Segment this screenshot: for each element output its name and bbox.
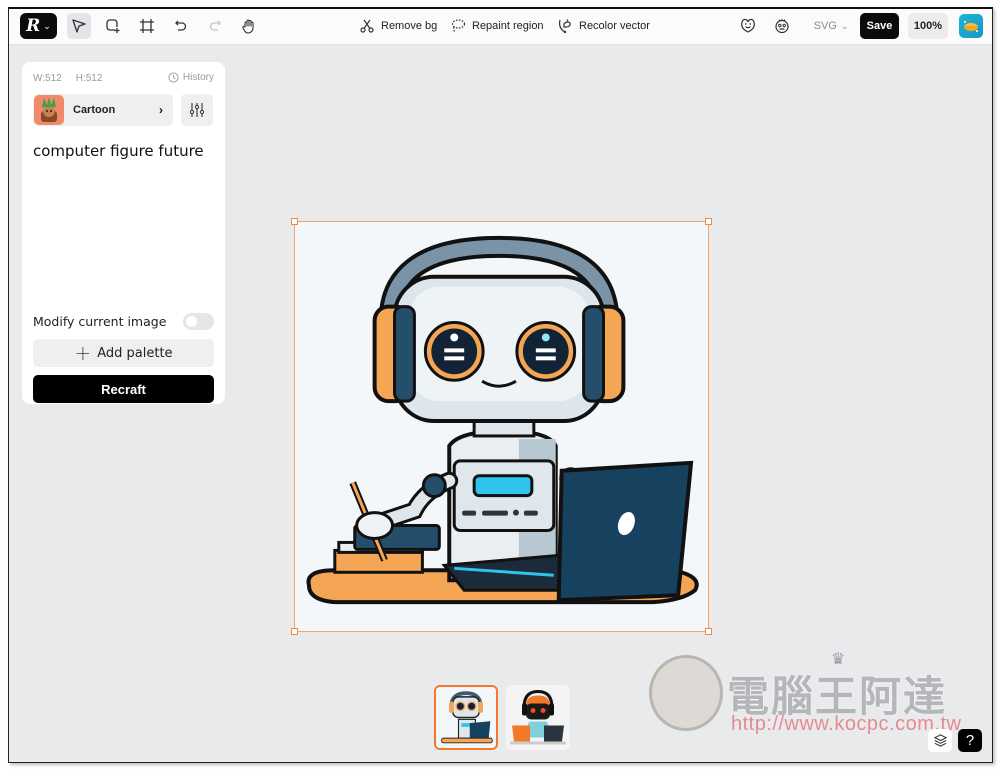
top-toolbar: R ⌄ Remove bg Repaint region Recolor vec… xyxy=(9,9,992,45)
cursor-icon xyxy=(72,19,86,33)
modify-current-image-toggle[interactable] xyxy=(183,313,214,330)
hand-icon xyxy=(242,19,254,34)
recolor-icon xyxy=(558,19,571,34)
canvas-image[interactable] xyxy=(291,218,712,635)
app-menu-button[interactable]: R ⌄ xyxy=(20,13,57,39)
select-tool-button[interactable] xyxy=(67,13,91,39)
help-button[interactable]: ? xyxy=(958,729,982,752)
remove-bg-label: Remove bg xyxy=(381,20,438,32)
upscale-button[interactable] xyxy=(736,13,760,39)
shape-add-icon xyxy=(106,19,120,33)
undo-button[interactable] xyxy=(169,13,193,39)
resize-handle-bottom-left[interactable] xyxy=(291,628,298,635)
redo-icon xyxy=(209,20,221,31)
frame-icon xyxy=(140,19,154,33)
export-format-value: SVG xyxy=(813,20,837,32)
lasso-icon xyxy=(451,19,466,33)
export-format-select[interactable]: SVG ⌄ xyxy=(811,13,851,39)
redo-button[interactable] xyxy=(203,13,227,39)
style-label: Cartoon xyxy=(73,104,116,116)
crown-icon: ♛ xyxy=(831,651,846,668)
recolor-vector-label: Recolor vector xyxy=(579,20,650,32)
style-thumbnail xyxy=(34,95,64,125)
history-label: History xyxy=(182,72,214,83)
layers-button[interactable] xyxy=(928,729,952,752)
resize-handle-top-right[interactable] xyxy=(705,218,712,225)
settings-sliders-button[interactable] xyxy=(181,94,213,126)
modify-current-image-row: Modify current image xyxy=(33,313,214,330)
image-dimensions: W:512 H:512 xyxy=(33,73,102,84)
resize-handle-bottom-right[interactable] xyxy=(705,628,712,635)
resize-handle-top-left[interactable] xyxy=(291,218,298,225)
prompt-input[interactable]: computer figure future xyxy=(33,142,204,160)
chevron-right-icon: › xyxy=(159,103,163,117)
variant-thumbnail-2[interactable] xyxy=(506,685,570,750)
chevron-down-icon: ⌄ xyxy=(840,20,849,31)
style-selector[interactable]: Cartoon › xyxy=(33,94,173,126)
plus-icon: + xyxy=(74,341,92,365)
clock-icon xyxy=(168,72,179,83)
remove-bg-button[interactable]: Remove bg xyxy=(359,13,437,39)
robot-thumbnail-2 xyxy=(506,685,570,750)
happy-face-icon xyxy=(741,18,755,33)
frame-tool-button[interactable] xyxy=(135,13,159,39)
face-icon xyxy=(775,19,789,34)
add-palette-label: Add palette xyxy=(97,345,173,361)
hand-tool-button[interactable] xyxy=(237,13,261,39)
watermark: ♛ 電腦王阿達 http://www.kocpc.com.tw xyxy=(645,649,965,737)
recolor-vector-button[interactable]: Recolor vector xyxy=(557,13,650,39)
add-palette-button[interactable]: + Add palette xyxy=(33,339,214,367)
scissors-icon xyxy=(360,19,374,33)
recraft-button[interactable]: Recraft xyxy=(33,375,214,403)
user-avatar[interactable] xyxy=(959,14,983,38)
app-logo: R xyxy=(26,16,41,36)
robot-illustration xyxy=(306,235,699,605)
width-label: W:512 xyxy=(33,73,62,84)
variant-thumbnail-1[interactable] xyxy=(434,685,498,750)
height-label: H:512 xyxy=(75,73,103,84)
repaint-region-button[interactable]: Repaint region xyxy=(450,13,544,39)
watermark-mascot xyxy=(649,655,723,731)
watermark-title: 電腦王阿達 xyxy=(727,672,948,721)
layers-icon xyxy=(933,734,947,747)
avatar-image xyxy=(964,21,978,32)
app-window: R ⌄ Remove bg Repaint region Recolor vec… xyxy=(8,7,993,763)
lasso-add-tool-button[interactable] xyxy=(101,13,125,39)
generation-panel: W:512 H:512 History Cartoon › computer f… xyxy=(22,62,225,404)
sliders-icon xyxy=(189,103,205,117)
robot-thumbnail-1 xyxy=(436,687,496,748)
save-button[interactable]: Save xyxy=(860,13,899,39)
modify-current-image-label: Modify current image xyxy=(33,314,167,329)
zoom-level-button[interactable]: 100% xyxy=(908,13,948,39)
toggle-knob xyxy=(186,316,197,327)
chevron-down-icon: ⌄ xyxy=(43,20,51,31)
repaint-region-label: Repaint region xyxy=(472,20,544,32)
face-fix-button[interactable] xyxy=(770,13,794,39)
watermark-url: http://www.kocpc.com.tw xyxy=(731,713,962,735)
undo-icon xyxy=(175,20,187,31)
history-button[interactable]: History xyxy=(168,72,214,83)
